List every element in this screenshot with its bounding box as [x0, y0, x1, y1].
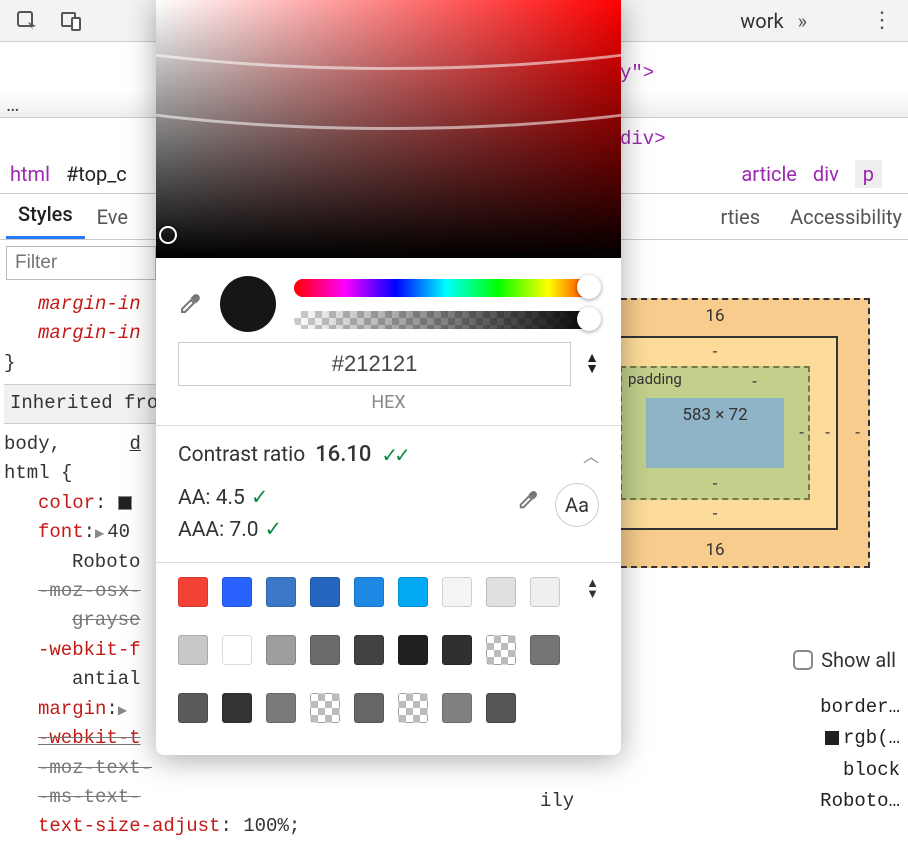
palette-swatch[interactable] — [266, 635, 296, 665]
margin-bottom-value[interactable]: 16 — [705, 540, 724, 560]
contrast-line-icon — [156, 0, 621, 130]
eyedropper-icon[interactable] — [178, 292, 202, 316]
css-property-disabled[interactable]: -ms-text- — [38, 786, 141, 808]
more-menu-icon[interactable]: ⋮ — [863, 4, 900, 37]
computed-row[interactable]: ilyRoboto… — [540, 786, 900, 817]
styles-filter-input[interactable] — [6, 246, 156, 280]
margin-top-value[interactable]: 16 — [705, 306, 724, 326]
palette-swatch[interactable] — [530, 577, 560, 607]
tab-properties[interactable]: rties — [720, 205, 760, 229]
palette-swatch[interactable] — [178, 577, 208, 607]
palette-swatch[interactable] — [442, 693, 472, 723]
tab-accessibility[interactable]: Accessibility — [790, 205, 902, 229]
css-property[interactable]: -webkit-f — [38, 639, 141, 661]
chevron-up-icon[interactable]: ︿ — [583, 443, 599, 467]
palette-swatch[interactable] — [530, 635, 560, 665]
palette-swatch[interactable] — [442, 577, 472, 607]
contrast-ratio-value: 16.10 — [315, 442, 371, 467]
css-property[interactable]: margin — [38, 698, 106, 720]
color-picker-popover: ▲▼ HEX Contrast ratio 16.10 ✓✓ ︿ Aa AA: … — [156, 0, 621, 755]
current-color-swatch — [220, 276, 276, 332]
dom-line-fragment: y"> — [620, 58, 654, 88]
palette-swatch[interactable] — [354, 635, 384, 665]
palette-swatch[interactable] — [354, 693, 384, 723]
eyedropper-icon[interactable] — [517, 489, 539, 522]
breadcrumb-article[interactable]: article — [741, 162, 797, 186]
device-toggle-icon[interactable] — [52, 2, 90, 40]
expand-icon[interactable]: ▶ — [95, 525, 104, 544]
color-swatch-icon[interactable] — [825, 731, 839, 745]
css-property[interactable]: font — [38, 521, 84, 543]
check-icon: ✓ — [265, 518, 283, 542]
saturation-field[interactable] — [156, 0, 621, 258]
palette-swatch[interactable] — [266, 693, 296, 723]
breadcrumb-div[interactable]: div — [813, 162, 839, 186]
palette-swatch[interactable] — [222, 693, 252, 723]
css-property[interactable]: color — [38, 492, 95, 514]
css-value-disabled[interactable]: grayse — [72, 609, 140, 631]
double-check-icon: ✓✓ — [381, 443, 407, 467]
margin-right-value[interactable]: - — [855, 423, 860, 443]
css-selector[interactable]: body, — [4, 433, 61, 455]
palette-swatch[interactable] — [310, 693, 340, 723]
dom-line-fragment: div> — [620, 124, 666, 154]
palette-swatch[interactable] — [398, 577, 428, 607]
palette-stepper-icon[interactable]: ▲▼ — [586, 579, 599, 599]
css-selector[interactable]: d — [129, 433, 140, 455]
palette-swatch[interactable] — [442, 635, 472, 665]
aaa-threshold: AAA: 7.0 — [178, 518, 259, 542]
css-property-disabled[interactable]: -moz-text- — [38, 757, 152, 779]
aa-threshold: AA: 4.5 — [178, 486, 245, 510]
color-palette: ▲▼ — [156, 563, 621, 755]
css-property-disabled[interactable]: -moz-osx- — [38, 580, 141, 602]
hue-slider[interactable] — [294, 279, 599, 297]
alpha-slider[interactable] — [294, 311, 599, 329]
content-dimensions[interactable]: 583 × 72 — [646, 398, 784, 468]
color-cursor-icon[interactable] — [159, 226, 177, 244]
palette-swatch[interactable] — [178, 693, 208, 723]
color-format-label: HEX — [156, 392, 621, 425]
css-property[interactable]: margin-in — [38, 322, 141, 344]
palette-swatch[interactable] — [222, 577, 252, 607]
palette-swatch[interactable] — [354, 577, 384, 607]
inspect-element-icon[interactable] — [8, 2, 46, 40]
text-sample-icon[interactable]: Aa — [555, 483, 599, 527]
palette-swatch[interactable] — [486, 577, 516, 607]
palette-swatch[interactable] — [310, 635, 340, 665]
show-all-toggle[interactable]: Show all — [793, 648, 896, 672]
breadcrumb-id[interactable]: #top_c — [66, 162, 127, 186]
slider-thumb-icon[interactable] — [577, 275, 601, 299]
palette-swatch[interactable] — [310, 577, 340, 607]
palette-swatch[interactable] — [486, 635, 516, 665]
css-property[interactable]: text-size-adjust — [38, 815, 220, 837]
css-property[interactable]: margin-in — [38, 293, 141, 315]
palette-swatch[interactable] — [178, 635, 208, 665]
palette-swatch[interactable] — [266, 577, 296, 607]
contrast-ratio-label: Contrast ratio — [178, 443, 305, 467]
breadcrumb-p[interactable]: p — [855, 160, 882, 188]
check-icon: ✓ — [251, 486, 269, 510]
padding-label: padding — [628, 370, 682, 388]
expand-icon[interactable]: ▶ — [118, 702, 127, 721]
computed-row[interactable]: block — [540, 755, 900, 786]
palette-swatch[interactable] — [486, 693, 516, 723]
css-value[interactable]: Roboto — [72, 551, 140, 573]
tab-event-listeners[interactable]: Eve — [85, 197, 140, 239]
visible-panel-tab[interactable]: work — [740, 9, 783, 33]
overflow-tabs-icon[interactable]: » — [798, 9, 803, 33]
breadcrumb-html[interactable]: html — [10, 162, 50, 186]
css-property-disabled[interactable]: -webkit-t — [38, 727, 141, 749]
palette-swatch[interactable] — [398, 635, 428, 665]
palette-swatch[interactable] — [222, 635, 252, 665]
format-stepper-icon[interactable]: ▲▼ — [585, 354, 599, 374]
slider-thumb-icon[interactable] — [577, 307, 601, 331]
palette-swatch[interactable] — [398, 693, 428, 723]
css-value[interactable]: antial — [72, 668, 140, 690]
color-swatch-icon[interactable] — [118, 496, 132, 510]
hex-input[interactable] — [178, 342, 571, 386]
checkbox-icon[interactable] — [793, 650, 813, 670]
tab-styles[interactable]: Styles — [6, 194, 85, 239]
